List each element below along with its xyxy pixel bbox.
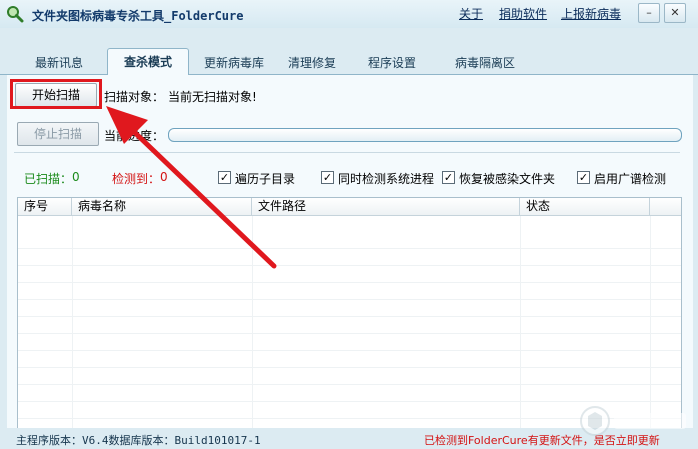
results-table[interactable]: 序号 病毒名称 文件路径 状态 [17,197,682,429]
scan-target-value: 当前无扫描对象! [168,90,257,104]
tab-quarantine[interactable]: 病毒隔离区 [448,52,522,74]
scan-target-label: 扫描对象： [104,90,165,104]
tab-bar: 最新讯息 查杀模式 更新病毒库 清理修复 程序设置 病毒隔离区 [0,48,698,75]
window-title: 文件夹图标病毒专杀工具_FolderCure [32,9,244,23]
table-row [18,317,681,334]
scan-processes-label: 同时检测系统进程 [338,172,435,186]
broad-detection-label: 启用广谱检测 [594,172,667,186]
watermark-logo [580,406,686,436]
broad-detection-checkbox[interactable]: ✓ [577,171,590,184]
restore-folders-checkbox[interactable]: ✓ [442,171,455,184]
table-row [18,300,681,317]
tab-scan-mode[interactable]: 查杀模式 [107,48,189,75]
column-header-index[interactable]: 序号 [18,198,72,215]
table-row [18,368,681,385]
scan-progress-bar [168,128,682,142]
detected-count-value: 0 [160,170,168,184]
divider [14,152,680,153]
column-header-status[interactable]: 状态 [520,198,650,215]
table-row [18,283,681,300]
tab-update-database[interactable]: 更新病毒库 [198,52,270,74]
tab-clean-repair[interactable]: 清理修复 [280,52,344,74]
restore-folders-label: 恢复被感染文件夹 [459,172,556,186]
close-button[interactable]: ✕ [664,3,686,23]
table-row [18,232,681,249]
report-virus-link[interactable]: 上报新病毒 [561,5,621,22]
table-row [18,249,681,266]
stop-scan-button[interactable]: 停止扫描 [17,122,99,146]
tab-latest-news[interactable]: 最新讯息 [24,52,94,74]
title-bar: 文件夹图标病毒专杀工具_FolderCure 关于 捐助软件 上报新病毒 – ✕ [0,0,698,28]
progress-label: 当前进度： [104,129,165,143]
donate-link[interactable]: 捐助软件 [499,5,547,22]
table-row [18,351,681,368]
magnifier-icon [7,6,24,23]
version-info: 主程序版本：V6.4数据库版本：Build101017-1 [16,434,261,447]
column-header-virus-name[interactable]: 病毒名称 [72,198,252,215]
table-row [18,385,681,402]
scan-processes-checkbox[interactable]: ✓ [321,171,334,184]
traverse-subdirs-label: 遍历子目录 [235,172,296,186]
detected-count-label: 检测到： [112,172,161,186]
about-link[interactable]: 关于 [459,5,483,22]
highlight-box [10,79,102,109]
table-row [18,334,681,351]
scanned-count-label: 已扫描： [24,172,73,186]
minimize-button[interactable]: – [638,3,660,23]
traverse-subdirs-checkbox[interactable]: ✓ [218,171,231,184]
table-header: 序号 病毒名称 文件路径 状态 [18,198,681,216]
table-row [18,266,681,283]
tab-settings[interactable]: 程序设置 [360,52,424,74]
column-header-file-path[interactable]: 文件路径 [252,198,520,215]
scanned-count-value: 0 [72,170,80,184]
